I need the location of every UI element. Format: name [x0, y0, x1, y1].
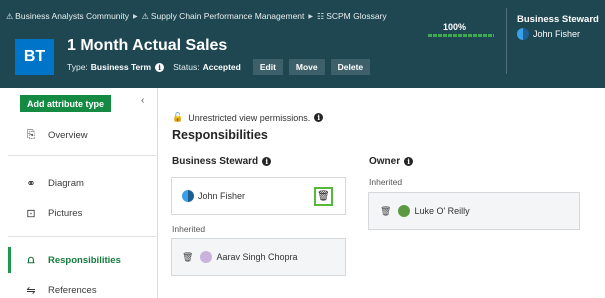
trash-icon[interactable]: 🗑 — [182, 252, 193, 263]
inherited-label: Inherited — [369, 177, 403, 187]
sidebar-item-overview[interactable]: ⎘ Overview — [0, 122, 157, 148]
active-indicator — [8, 247, 11, 273]
status-label: Status: — [173, 62, 200, 72]
edit-button[interactable]: Edit — [252, 59, 283, 75]
asset-type-badge: BT — [15, 39, 54, 75]
breadcrumb-label: Supply Chain Performance Management — [150, 11, 305, 21]
avatar — [517, 28, 529, 40]
sidebar-item-references[interactable]: ⇋ References — [0, 277, 157, 298]
responsibilities-icon: ⩍ — [27, 253, 35, 266]
unlock-icon: 🔓 — [172, 112, 184, 122]
delete-button[interactable]: Delete — [330, 59, 371, 75]
sidebar-item-label: References — [48, 284, 97, 296]
asset-header: ⚠ Business Analysts Community ▶ ⚠ Supply… — [0, 0, 605, 88]
add-attribute-type-button[interactable]: Add attribute type — [20, 95, 112, 112]
sidebar-item-label: Pictures — [48, 207, 83, 219]
section-title: Responsibilities — [172, 128, 268, 142]
sidebar-item-label: Responsibilities — [48, 254, 121, 266]
info-icon[interactable]: i — [262, 157, 272, 166]
header-steward-user[interactable]: John Fisher — [517, 28, 580, 40]
column-title-label: Owner — [369, 156, 401, 167]
header-divider — [506, 8, 507, 74]
breadcrumb-label: SCPM Glossary — [326, 11, 387, 21]
header-steward-label: Business Steward — [517, 14, 599, 25]
overview-icon: ⎘ — [26, 128, 36, 141]
glossary-icon: ☷ — [317, 11, 325, 21]
move-button[interactable]: Move — [288, 59, 325, 75]
avatar — [182, 190, 194, 202]
sidebar-item-label: Diagram — [48, 177, 84, 189]
sidebar-item-responsibilities[interactable]: ⩍ Responsibilities — [0, 247, 157, 273]
responsible-name[interactable]: Luke O' Reilly — [414, 206, 469, 216]
sidebar-item-label: Overview — [48, 129, 88, 141]
breadcrumb-subcommunity[interactable]: ⚠ Supply Chain Performance Management — [142, 11, 305, 21]
header-steward-name: John Fisher — [533, 29, 581, 39]
inherited-label: Inherited — [172, 224, 206, 234]
view-permissions-note: 🔓 Unrestricted view permissions. i — [172, 112, 324, 123]
breadcrumb-label: Business Analysts Community — [15, 11, 130, 21]
breadcrumb-separator-icon: ▶ — [133, 13, 138, 20]
type-label: Type: — [67, 62, 88, 72]
owner-title: Owner i — [369, 156, 414, 167]
pictures-icon: ⊡ — [26, 207, 36, 220]
breadcrumb: ⚠ Business Analysts Community ▶ ⚠ Supply… — [6, 11, 387, 21]
status-value[interactable]: Accepted — [203, 62, 241, 72]
business-steward-title: Business Steward i — [172, 156, 272, 167]
page-title: 1 Month Actual Sales — [67, 37, 228, 54]
inherited-owner-card: 🗑 Luke O' Reilly — [368, 192, 580, 230]
responsible-name[interactable]: Aarav Singh Chopra — [216, 252, 297, 262]
trash-icon: 🗑 — [317, 191, 330, 202]
community-icon: ⚠ — [6, 11, 14, 21]
inherited-steward-card: 🗑 Aarav Singh Chopra — [171, 238, 346, 276]
column-title-label: Business Steward — [172, 156, 259, 167]
breadcrumb-glossary[interactable]: ☷ SCPM Glossary — [317, 11, 387, 21]
sidebar-item-pictures[interactable]: ⊡ Pictures — [0, 200, 157, 226]
avatar — [200, 251, 213, 263]
breadcrumb-community[interactable]: ⚠ Business Analysts Community — [6, 11, 129, 21]
asset-meta: Type: Business Term i Status: Accepted E… — [67, 59, 371, 75]
avatar — [398, 205, 411, 217]
sidebar-divider — [8, 236, 158, 237]
completeness-bar — [428, 34, 494, 37]
community-icon: ⚠ — [141, 11, 149, 21]
permissions-text: Unrestricted view permissions. — [188, 112, 311, 123]
sidebar-item-diagram[interactable]: ⚭ Diagram — [0, 170, 157, 196]
completeness-percent: 100% — [443, 22, 467, 32]
info-icon[interactable]: i — [155, 62, 165, 72]
references-icon: ⇋ — [26, 284, 36, 297]
responsible-name[interactable]: John Fisher — [198, 191, 245, 201]
sidebar-divider — [8, 155, 158, 156]
info-icon[interactable]: i — [314, 113, 324, 122]
trash-icon[interactable]: 🗑 — [380, 206, 391, 217]
remove-steward-button[interactable]: 🗑 — [314, 187, 333, 206]
type-value[interactable]: Business Term — [91, 62, 151, 72]
collapse-sidebar-icon[interactable]: ‹ — [141, 95, 144, 106]
info-icon[interactable]: i — [404, 157, 414, 166]
diagram-icon: ⚭ — [26, 177, 36, 190]
breadcrumb-separator-icon: ▶ — [308, 13, 314, 20]
